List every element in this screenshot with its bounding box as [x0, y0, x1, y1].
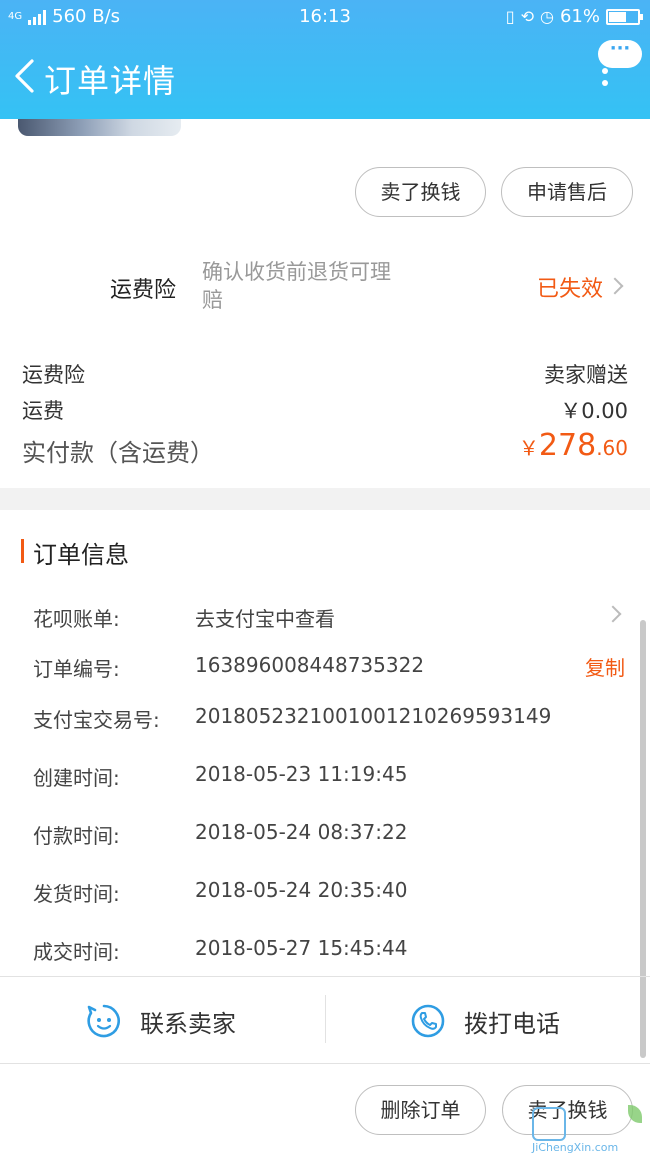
battery-percent: 61%: [559, 6, 600, 27]
chevron-right-icon: [606, 277, 624, 295]
call-phone-button[interactable]: 拨打电话: [410, 1000, 560, 1042]
insurance-desc-line2: 赔: [202, 288, 223, 312]
paid-time-label: 付款时间:: [33, 824, 120, 848]
status-bar: 4G 560 B/s 16:13 ▯ ⟲ ◷ 61%: [0, 0, 650, 34]
created-time-label: 创建时间:: [33, 766, 120, 790]
order-number-label: 订单编号:: [33, 657, 120, 681]
back-arrow-icon[interactable]: [12, 58, 38, 94]
cost-insurance-value: 卖家赠送: [544, 363, 628, 387]
insurance-label: 运费险: [110, 278, 177, 303]
call-phone-label: 拨打电话: [464, 1009, 560, 1038]
completed-time-label: 成交时间:: [33, 940, 120, 964]
contact-divider-top: [0, 976, 650, 977]
section-divider: [0, 488, 650, 510]
alipay-trade-value: 2018052321001001210269593149: [195, 704, 552, 728]
section-accent-bar: [21, 539, 24, 563]
huabei-label: 花呗账单:: [33, 607, 120, 631]
total-integer: 278: [538, 428, 597, 463]
apply-after-sale-button[interactable]: 申请售后: [501, 167, 633, 217]
watermark-logo-icon: [532, 1107, 566, 1141]
phone-icon: [411, 1004, 445, 1038]
insurance-status: 已失效: [537, 277, 604, 302]
contact-divider-bottom: [0, 1063, 650, 1064]
total-paid-label: 实付款（含运费）: [22, 439, 214, 467]
paid-time-value: 2018-05-24 08:37:22: [195, 820, 408, 844]
chat-face-icon: [87, 1004, 120, 1038]
huabei-value: 去支付宝中查看: [195, 607, 335, 631]
more-menu-icon[interactable]: [602, 68, 610, 96]
chevron-right-icon: [604, 605, 622, 623]
page-title: 订单详情: [44, 62, 177, 100]
contact-seller-button[interactable]: 联系卖家: [86, 1000, 236, 1042]
cost-shipping-value: ￥0.00: [560, 399, 628, 423]
message-bubble-icon[interactable]: ···: [598, 40, 642, 68]
app-header: 4G 560 B/s 16:13 ▯ ⟲ ◷ 61% 订单详情 ···: [0, 0, 650, 119]
rotation-lock-icon: ⟲: [520, 7, 535, 26]
insurance-description: 确认收货前退货可理 赔: [202, 258, 427, 314]
shipped-time-label: 发货时间:: [33, 882, 120, 906]
site-watermark: JiChengXin.com: [532, 1103, 650, 1155]
leaf-icon: [628, 1105, 642, 1123]
alarm-icon: ◷: [540, 7, 554, 26]
completed-time-value: 2018-05-27 15:45:44: [195, 936, 408, 960]
total-paid-amount: ￥278.60: [519, 428, 628, 463]
status-right: ▯ ⟲ ◷ 61%: [505, 6, 643, 27]
watermark-text: JiChengXin.com: [532, 1141, 619, 1154]
order-info-title: 订单信息: [33, 541, 129, 569]
shipped-time-value: 2018-05-24 20:35:40: [195, 878, 408, 902]
order-number-value: 163896008448735322: [195, 653, 425, 677]
vibrate-icon: ▯: [505, 7, 515, 26]
contact-divider-vertical: [325, 995, 326, 1043]
delete-order-button[interactable]: 删除订单: [355, 1085, 486, 1135]
cost-shipping-label: 运费: [22, 399, 64, 423]
nav-bar: 订单详情 ···: [0, 40, 650, 114]
alipay-trade-label: 支付宝交易号:: [33, 708, 160, 732]
product-image[interactable]: [18, 119, 181, 136]
total-decimal: .60: [596, 436, 628, 460]
cost-insurance-label: 运费险: [22, 363, 85, 387]
battery-icon: [606, 8, 643, 25]
total-currency: ￥: [518, 436, 539, 460]
copy-order-number-button[interactable]: 复制: [585, 652, 625, 681]
scrollbar[interactable]: [640, 620, 646, 1058]
insurance-desc-line1: 确认收货前退货可理: [202, 260, 391, 284]
created-time-value: 2018-05-23 11:19:45: [195, 762, 408, 786]
contact-seller-label: 联系卖家: [140, 1009, 236, 1038]
sell-for-cash-button[interactable]: 卖了换钱: [355, 167, 486, 217]
